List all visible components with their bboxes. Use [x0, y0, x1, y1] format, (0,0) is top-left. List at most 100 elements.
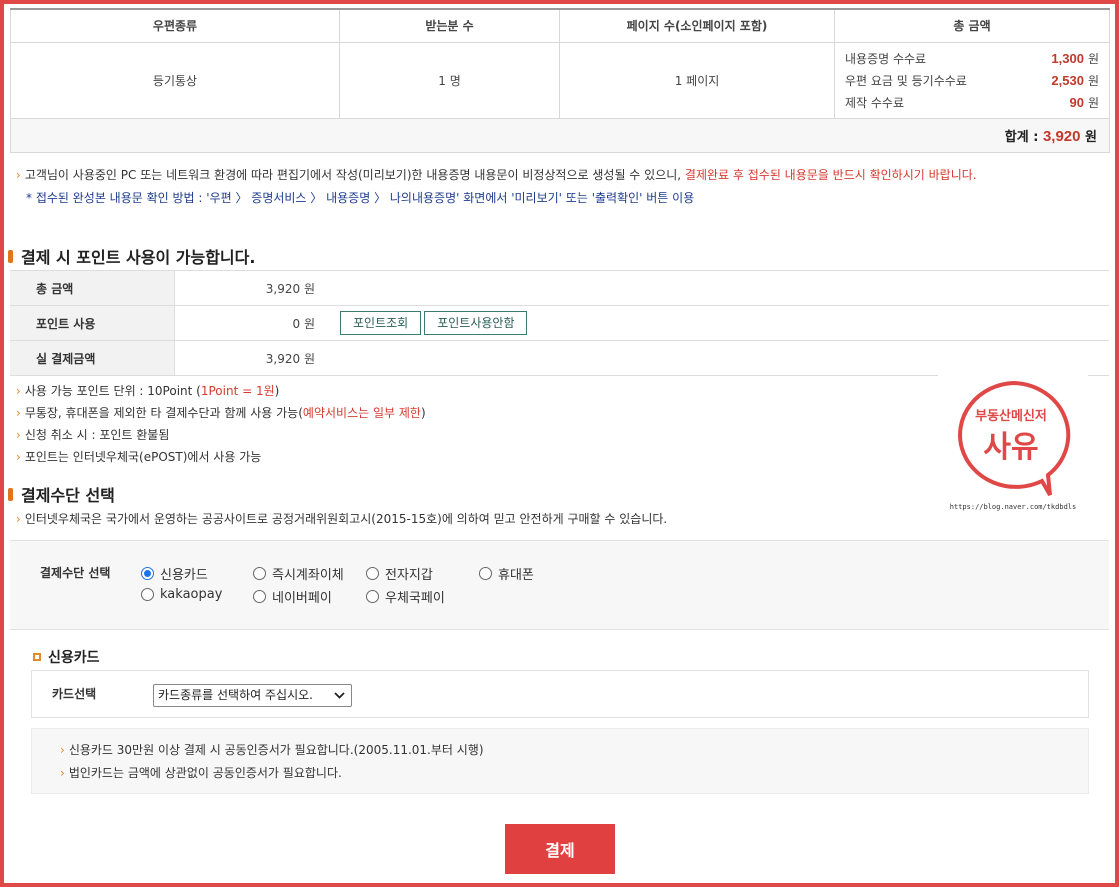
table-row: 실 결제금액 3,920 원 [10, 340, 1109, 376]
fee-breakdown: 내용증명 수수료 1,300 원 우편 요금 및 등기수수료 2,530 원 제작 … [834, 41, 1110, 119]
note-text: 포인트는 인터넷우체국(ePOST)에서 사용 가능 [24, 450, 262, 464]
point-use-value: 0 원 [174, 305, 315, 341]
square-bullet-icon [33, 653, 41, 661]
radio-e-wallet[interactable]: 전자지갑 [366, 564, 433, 583]
radio-label: kakaopay [160, 587, 223, 602]
section-marker-icon [8, 249, 13, 263]
bullet-arrow-icon: › [60, 766, 65, 780]
point-no-use-button[interactable]: 포인트사용안함 [424, 311, 528, 335]
fee-amount: 90 [1069, 94, 1084, 110]
payment-section-title: 결제수단 선택 [8, 482, 115, 506]
fee-unit: 원 [1087, 95, 1099, 110]
total-row: 합계 : 3,920 원 [10, 117, 1110, 153]
note-text: ) [420, 406, 426, 420]
total-label: 합계 : [1004, 129, 1039, 145]
chevron-down-icon [334, 685, 345, 714]
card-info-box: › 신용카드 30만원 이상 결제 시 공동인증서가 필요합니다.(2005.11… [31, 728, 1089, 794]
points-title-text: 결제 시 포인트 사용이 가능합니다. [21, 248, 256, 267]
radio-label: 네이버페이 [272, 591, 332, 606]
note-text: 무통장, 휴대폰을 제외한 타 결제수단과 함께 사용 가능( [24, 406, 303, 420]
total-unit: 원 [1085, 129, 1097, 145]
note-text: 신청 취소 시 : 포인트 환불됨 [24, 428, 170, 442]
bullet-arrow-icon: › [16, 450, 21, 464]
point-note-4: › 포인트는 인터넷우체국(ePOST)에서 사용 가능 [16, 448, 261, 465]
card-select-box: 카드선택 카드종류를 선택하여 주십시오. [31, 670, 1089, 718]
notice-line-2: * 접수된 완성본 내용문 확인 방법 : '우편 〉 증명서비스 〉 내용증명… [26, 191, 695, 205]
credit-card-section-title: 신용카드 [33, 647, 100, 667]
final-amount-label: 실 결제금액 [10, 340, 175, 376]
note-highlight: 예약서비스는 일부 제한 [302, 406, 421, 420]
point-use-label: 포인트 사용 [10, 305, 175, 341]
note-text: ) [274, 384, 280, 398]
recipients-cell: 1 명 [339, 41, 560, 119]
bullet-arrow-icon: › [16, 384, 21, 398]
fee-label: 내용증명 수수료 [845, 51, 927, 66]
card-title-text: 신용카드 [48, 650, 100, 666]
bullet-arrow-icon: › [16, 168, 21, 182]
fee-row: 제작 수수료 90 원 [835, 91, 1109, 113]
payment-method-label: 결제수단 선택 [40, 566, 111, 580]
radio-label: 즉시계좌이체 [272, 568, 344, 583]
radio-icon [366, 590, 379, 603]
header-recipients: 받는분 수 [339, 8, 560, 43]
radio-naverpay[interactable]: 네이버페이 [253, 587, 332, 606]
fee-unit: 원 [1087, 73, 1099, 88]
card-info-2: › 법인카드는 금액에 상관없이 공동인증서가 필요합니다. [60, 764, 342, 781]
fee-unit: 원 [1087, 51, 1099, 66]
mail-type-cell: 등기통상 [10, 41, 340, 119]
info-text: 법인카드는 금액에 상관없이 공동인증서가 필요합니다. [68, 766, 342, 780]
total-amount-value: 3,920 원 [174, 270, 315, 306]
point-note-3: › 신청 취소 시 : 포인트 환불됨 [16, 426, 169, 443]
notice-line-1: › 고객님이 사용중인 PC 또는 네트워크 환경에 따라 편집기에서 작성(미리… [16, 166, 977, 183]
bullet-arrow-icon: › [16, 428, 21, 442]
info-text: 신용카드 30만원 이상 결제 시 공동인증서가 필요합니다.(2005.11.… [68, 743, 484, 757]
radio-label: 휴대폰 [498, 568, 534, 583]
point-note-2: › 무통장, 휴대폰을 제외한 타 결제수단과 함께 사용 가능(예약서비스는 일… [16, 404, 426, 421]
radio-label: 신용카드 [160, 568, 208, 583]
radio-icon [253, 567, 266, 580]
radio-icon [366, 567, 379, 580]
fee-row: 우편 요금 및 등기수수료 2,530 원 [835, 69, 1109, 91]
total-amount-label: 총 금액 [10, 270, 175, 306]
radio-label: 우체국페이 [385, 591, 445, 606]
fee-amount: 2,530 [1051, 72, 1084, 88]
note-text: 사용 가능 포인트 단위 : 10Point ( [24, 384, 201, 398]
pages-cell: 1 페이지 [559, 41, 835, 119]
radio-icon [479, 567, 492, 580]
header-mail-type: 우편종류 [10, 8, 340, 43]
notice-warning: 결제완료 후 접수된 내용문을 반드시 확인하시기 바랍니다. [684, 168, 977, 182]
fee-row: 내용증명 수수료 1,300 원 [835, 47, 1109, 69]
bullet-arrow-icon: › [16, 406, 21, 420]
watermark-url: https://blog.naver.com/tkdbdls [950, 503, 1076, 511]
points-section-title: 결제 시 포인트 사용이 가능합니다. [8, 244, 255, 268]
speech-bubble-logo-icon: 부동산메신저 사유 https://blog.naver.com/tkdbdls [950, 380, 1076, 511]
watermark-line2: 사유 [983, 430, 1038, 465]
radio-icon [253, 590, 266, 603]
card-select-value: 카드종류를 선택하여 주십시오. [158, 688, 313, 702]
table-row: 총 금액 3,920 원 [10, 270, 1109, 306]
points-table: 총 금액 3,920 원 포인트 사용 0 원 포인트조회 포인트사용안함 실 결… [10, 270, 1109, 376]
note-highlight: 1Point = 1원 [200, 384, 275, 398]
radio-credit-card[interactable]: 신용카드 [141, 564, 208, 583]
watermark-line1: 부동산메신저 [975, 408, 1047, 424]
radio-account-transfer[interactable]: 즉시계좌이체 [253, 564, 344, 583]
bullet-arrow-icon: › [16, 512, 21, 526]
card-info-1: › 신용카드 30만원 이상 결제 시 공동인증서가 필요합니다.(2005.11… [60, 741, 484, 758]
radio-postpay[interactable]: 우체국페이 [366, 587, 445, 606]
card-type-select[interactable]: 카드종류를 선택하여 주십시오. [153, 684, 352, 707]
payment-desc-text: 인터넷우체국은 국가에서 운영하는 공공사이트로 공정거래위원회고시(2015-… [24, 512, 668, 526]
fee-label: 우편 요금 및 등기수수료 [845, 73, 967, 88]
notice-text: 고객님이 사용중인 PC 또는 네트워크 환경에 따라 편집기에서 작성(미리보… [24, 168, 682, 182]
radio-kakaopay[interactable]: kakaopay [141, 587, 222, 602]
pay-button[interactable]: 결제 [505, 824, 615, 874]
fee-summary-table: 우편종류 받는분 수 페이지 수(소인페이지 포함) 총 금액 등기통상 1 명… [10, 8, 1110, 153]
final-amount-value: 3,920 원 [174, 340, 315, 376]
table-row: 포인트 사용 0 원 포인트조회 포인트사용안함 [10, 305, 1109, 341]
point-lookup-button[interactable]: 포인트조회 [340, 311, 422, 335]
blog-watermark-logo: 부동산메신저 사유 https://blog.naver.com/tkdbdls [938, 375, 1088, 515]
bullet-arrow-icon: › [60, 743, 65, 757]
payment-method-box: 결제수단 선택 신용카드 즉시계좌이체 전자지갑 휴대폰 kakaopay 네이… [10, 540, 1109, 630]
total-amount: 3,920 [1042, 127, 1081, 145]
header-total: 총 금액 [834, 8, 1110, 43]
radio-mobile-phone[interactable]: 휴대폰 [479, 564, 534, 583]
